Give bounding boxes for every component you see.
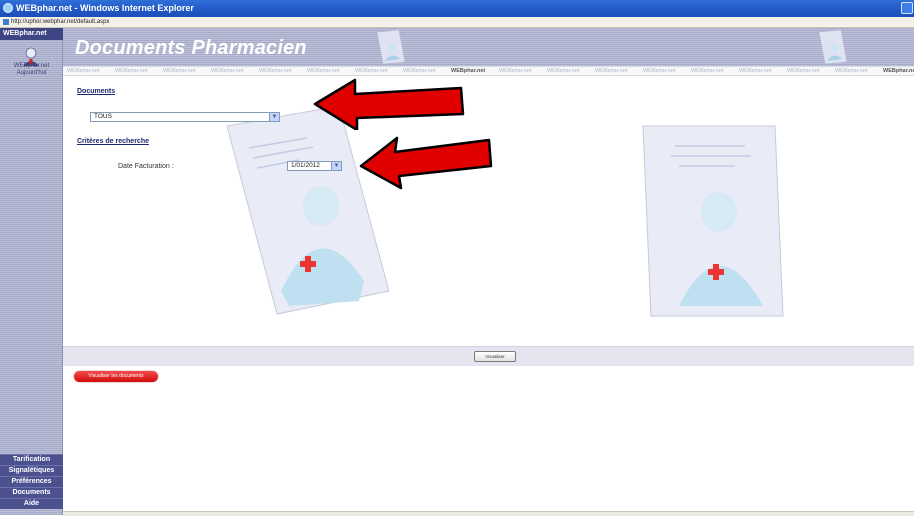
strip-text: WEBphar.net [787,68,820,74]
strip-text: WEBphar.net [883,68,914,74]
sidebar-item-documents[interactable]: Documents [0,487,63,498]
sidebar-today-link[interactable]: WEBphar.net Aujourd'hui [0,63,63,77]
strip-text: WEBphar.net [739,68,772,74]
strip-text: WEBphar.net [595,68,628,74]
sidebar-item-signaletiques[interactable]: Signalétiques [0,465,63,476]
strip-text: WEBphar.net [259,68,292,74]
page-icon [3,19,9,25]
strip-text: WEBphar.net [67,68,100,74]
billing-date-value: 1/01/2012 [291,162,320,169]
window-titlebar: WEBphar.net - Windows Internet Explorer [0,0,914,17]
strip-text: WEBphar.net [115,68,148,74]
document-pharmacist-icon [376,30,406,65]
strip-text: WEBphar.net [547,68,580,74]
documents-select-value: TOUS [94,113,112,120]
strip-text: WEBphar.net [691,68,724,74]
annotation-arrow-icon [359,136,493,190]
sidebar-today-line1: WEBphar.net [13,63,50,69]
document-pharmacist-icon [642,125,784,317]
strip-text: WEBphar.net [163,68,196,74]
search-criteria-label: Critères de recherche [77,138,149,145]
strip-text: WEBphar.net [835,68,868,74]
annotation-arrow-icon [313,78,465,130]
sidebar-item-aide[interactable]: Aide [0,498,63,509]
address-url[interactable]: http://uphor.webphar.net/default.aspx [11,17,109,27]
strip-text: WEBphar.net [451,68,486,74]
strip-text: WEBphar.net [307,68,340,74]
window-title: WEBphar.net - Windows Internet Explorer [16,3,194,13]
strip-text: WEBphar.net [643,68,676,74]
page-header: Documents Pharmacien [63,28,914,66]
strip-text: WEBphar.net [355,68,388,74]
view-documents-button[interactable]: Visualiser les documents [74,371,158,382]
billing-date-label: Date Facturation : [118,163,174,170]
visualiser-button[interactable]: Visualiser [474,351,516,362]
chevron-down-icon[interactable]: ▼ [269,113,279,121]
documents-label: Documents [77,88,116,95]
sidebar-item-preferences[interactable]: Préférences [0,476,63,487]
main-content: Documents TOUS ▼ Critères de recherche D… [63,76,914,346]
chevron-down-icon[interactable]: ▼ [331,162,341,170]
sidebar-brand[interactable]: WEBphar.net [0,28,63,40]
strip-text: WEBphar.net [403,68,436,74]
sidebar: WEBphar.net WEBphar.net Aujourd'hui Tari… [0,28,63,515]
brand-strip: WEBphar.net WEBphar.net WEBphar.net WEBp… [63,66,914,76]
strip-text: WEBphar.net [499,68,532,74]
window-control-button[interactable] [901,2,913,14]
ie-icon [3,3,13,13]
action-bar: Visualiser [63,346,914,366]
sidebar-item-tarification[interactable]: Tarification [0,454,63,465]
documents-select[interactable]: TOUS ▼ [90,112,280,122]
document-pharmacist-icon [818,30,848,65]
sidebar-nav: Tarification Signalétiques Préférences D… [0,454,63,509]
page-title: Documents Pharmacien [75,37,307,59]
status-bar [63,511,914,516]
strip-text: WEBphar.net [211,68,244,74]
sidebar-today-line2: Aujourd'hui [16,70,47,76]
billing-date-select[interactable]: 1/01/2012 ▼ [287,161,342,171]
address-bar[interactable]: http://uphor.webphar.net/default.aspx [0,17,914,28]
